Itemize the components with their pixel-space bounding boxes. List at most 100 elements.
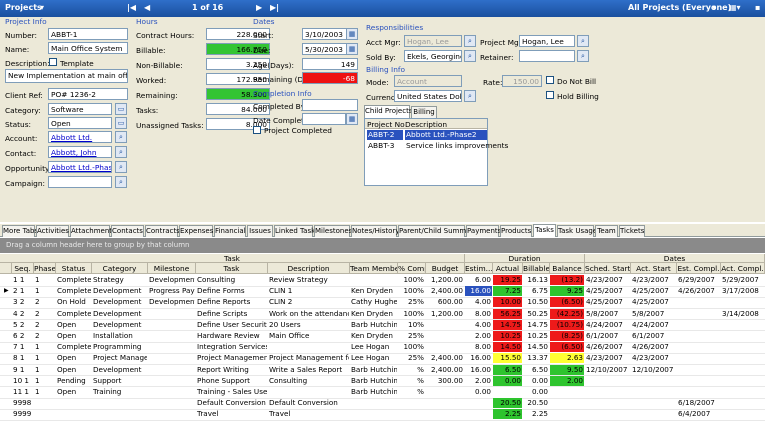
col-header-balance[interactable]: Balance xyxy=(550,263,585,274)
cell-milestone[interactable] xyxy=(148,353,195,363)
cell-percent-complete[interactable]: 100% xyxy=(398,342,425,352)
cell-balance[interactable] xyxy=(550,387,584,397)
cell-sched-start[interactable] xyxy=(585,387,630,397)
cell-budget[interactable] xyxy=(426,398,464,408)
dropdown-arrow-icon[interactable]: ▾ xyxy=(40,3,44,12)
cell-estimated[interactable]: 2.00 xyxy=(465,376,492,386)
tab-contacts[interactable]: Contacts xyxy=(111,225,144,237)
retainer-lookup-icon[interactable]: ⌕ xyxy=(577,50,589,62)
cell-est-compl[interactable] xyxy=(677,342,720,352)
col-header-budget[interactable]: Budget xyxy=(426,263,465,274)
cell-estimated[interactable]: 4.00 xyxy=(465,320,492,330)
cell-est-compl[interactable]: 6/4/2007 xyxy=(677,409,720,419)
cell-budget[interactable]: 300.00 xyxy=(426,376,464,386)
col-header-act-compl[interactable]: Act. Compl. xyxy=(721,263,765,274)
status-field[interactable]: Open xyxy=(48,117,112,129)
tab-child-projects[interactable]: Child Projects xyxy=(364,105,412,118)
col-header-seq[interactable]: Seq. xyxy=(12,263,34,274)
cell-sched-start[interactable]: 4/26/2007 xyxy=(585,342,630,352)
cell-balance[interactable]: (42.25) xyxy=(550,308,584,319)
cell-act-compl[interactable]: 3/14/2008 xyxy=(721,309,764,319)
cell-description[interactable]: Review Strategy xyxy=(268,275,349,285)
cell-category[interactable]: Strategy xyxy=(92,275,147,285)
cell-seq[interactable]: 10 1 xyxy=(12,376,33,386)
tab-payments[interactable]: Payments xyxy=(466,225,501,237)
tab-tickets[interactable]: Tickets xyxy=(619,225,645,237)
cell-percent-complete[interactable]: 100% xyxy=(398,309,425,319)
cell-milestone[interactable] xyxy=(148,365,195,375)
cell-billable[interactable]: 14.50 xyxy=(523,342,549,352)
cell-estimated[interactable]: 16.00 xyxy=(465,353,492,363)
cell-team-member[interactable]: Ken Dryden xyxy=(350,331,397,341)
cell-description[interactable]: Default Conversion xyxy=(268,398,349,408)
cell-category[interactable]: Development xyxy=(92,309,147,319)
cell-phase[interactable]: 1 xyxy=(34,342,55,352)
cell-estimated[interactable]: 2.00 xyxy=(465,331,492,341)
cell-billable[interactable]: 16.13 xyxy=(523,275,549,285)
cell-milestone[interactable]: Development xyxy=(148,275,195,285)
cell-status[interactable]: Pending xyxy=(56,376,91,386)
cell-act-compl[interactable] xyxy=(721,297,764,307)
campaign-lookup-icon[interactable]: ⌕ xyxy=(115,176,127,188)
cell-percent-complete[interactable]: 25% xyxy=(398,353,425,363)
cell-billable[interactable]: 0.00 xyxy=(523,387,549,397)
col-header-percent-complete[interactable]: % Comp xyxy=(398,263,426,274)
cell-act-compl[interactable] xyxy=(721,409,764,419)
cell-phase[interactable]: 2 xyxy=(34,309,55,319)
cell-task[interactable]: Define User Security xyxy=(196,320,267,330)
sold-by-lookup-icon[interactable]: ⌕ xyxy=(464,50,476,62)
cell-act-compl[interactable] xyxy=(721,376,764,386)
cell-estimated[interactable]: 4.00 xyxy=(465,297,492,307)
tab-milestones[interactable]: Milestones xyxy=(314,225,352,237)
cell-seq[interactable]: 1 1 xyxy=(12,275,33,285)
cell-seq[interactable]: 7 1 xyxy=(12,342,33,352)
next-record-icon[interactable]: ▶ xyxy=(256,3,262,12)
cell-description[interactable]: 20 Users xyxy=(268,320,349,330)
cell-description[interactable] xyxy=(268,387,349,397)
cell-balance[interactable] xyxy=(550,409,584,419)
cell-est-compl[interactable] xyxy=(677,320,720,330)
cell-act-compl[interactable] xyxy=(721,331,764,341)
cell-sched-start[interactable]: 6/1/2007 xyxy=(585,331,630,341)
cell-act-compl[interactable] xyxy=(721,320,764,330)
cell-est-compl[interactable]: 4/26/2007 xyxy=(677,286,720,296)
cell-billable[interactable]: 6.50 xyxy=(523,365,549,375)
cell-budget[interactable]: 600.00 xyxy=(426,297,464,307)
cell-est-compl[interactable] xyxy=(677,353,720,363)
cell-sched-start[interactable]: 4/24/2007 xyxy=(585,320,630,330)
cell-actual[interactable]: 14.50 xyxy=(493,342,522,353)
cell-est-compl[interactable] xyxy=(677,331,720,341)
cell-percent-complete[interactable]: % xyxy=(398,376,425,386)
cell-estimated[interactable]: 0.00 xyxy=(465,387,492,397)
cell-billable[interactable]: 13.37 xyxy=(523,353,549,363)
previous-record-icon[interactable]: ◀ xyxy=(144,3,150,12)
cell-phase[interactable]: 2 xyxy=(34,320,55,330)
cell-phase[interactable] xyxy=(34,398,55,408)
tab-contracts[interactable]: Contracts xyxy=(145,225,180,237)
cell-billable[interactable]: 50.25 xyxy=(523,309,549,319)
col-header-billable[interactable]: Billable xyxy=(523,263,550,274)
due-calendar-icon[interactable]: ▦ xyxy=(346,43,358,55)
cell-act-start[interactable]: 4/24/2007 xyxy=(631,320,676,330)
cell-status[interactable]: Complete xyxy=(56,342,91,352)
cell-budget[interactable] xyxy=(426,409,464,419)
number-field[interactable]: ABBT-1 xyxy=(48,28,128,40)
cell-category[interactable]: Programming xyxy=(92,342,147,352)
cell-description[interactable]: Project Management for B xyxy=(268,353,349,363)
first-record-icon[interactable]: |◀ xyxy=(127,3,136,12)
cell-balance[interactable]: (10.75) xyxy=(550,319,584,330)
cell-task[interactable]: Default Conversion Tas xyxy=(196,398,267,408)
cell-phase[interactable]: 1 xyxy=(34,376,55,386)
cell-est-compl[interactable] xyxy=(677,309,720,319)
tab-products[interactable]: Products xyxy=(500,225,532,237)
cell-phase[interactable]: 1 xyxy=(34,387,55,397)
cell-team-member[interactable] xyxy=(350,275,397,285)
cell-actual[interactable]: 10.25 xyxy=(493,331,522,341)
cell-percent-complete[interactable] xyxy=(398,409,425,419)
cell-act-start[interactable]: 4/23/2007 xyxy=(631,275,676,285)
cell-seq[interactable]: 2 1 xyxy=(12,286,33,296)
template-checkbox[interactable] xyxy=(49,58,57,66)
tab-tasks[interactable]: Tasks xyxy=(533,224,556,237)
cell-balance[interactable]: 9.25 xyxy=(550,286,584,297)
campaign-field[interactable] xyxy=(48,176,112,188)
